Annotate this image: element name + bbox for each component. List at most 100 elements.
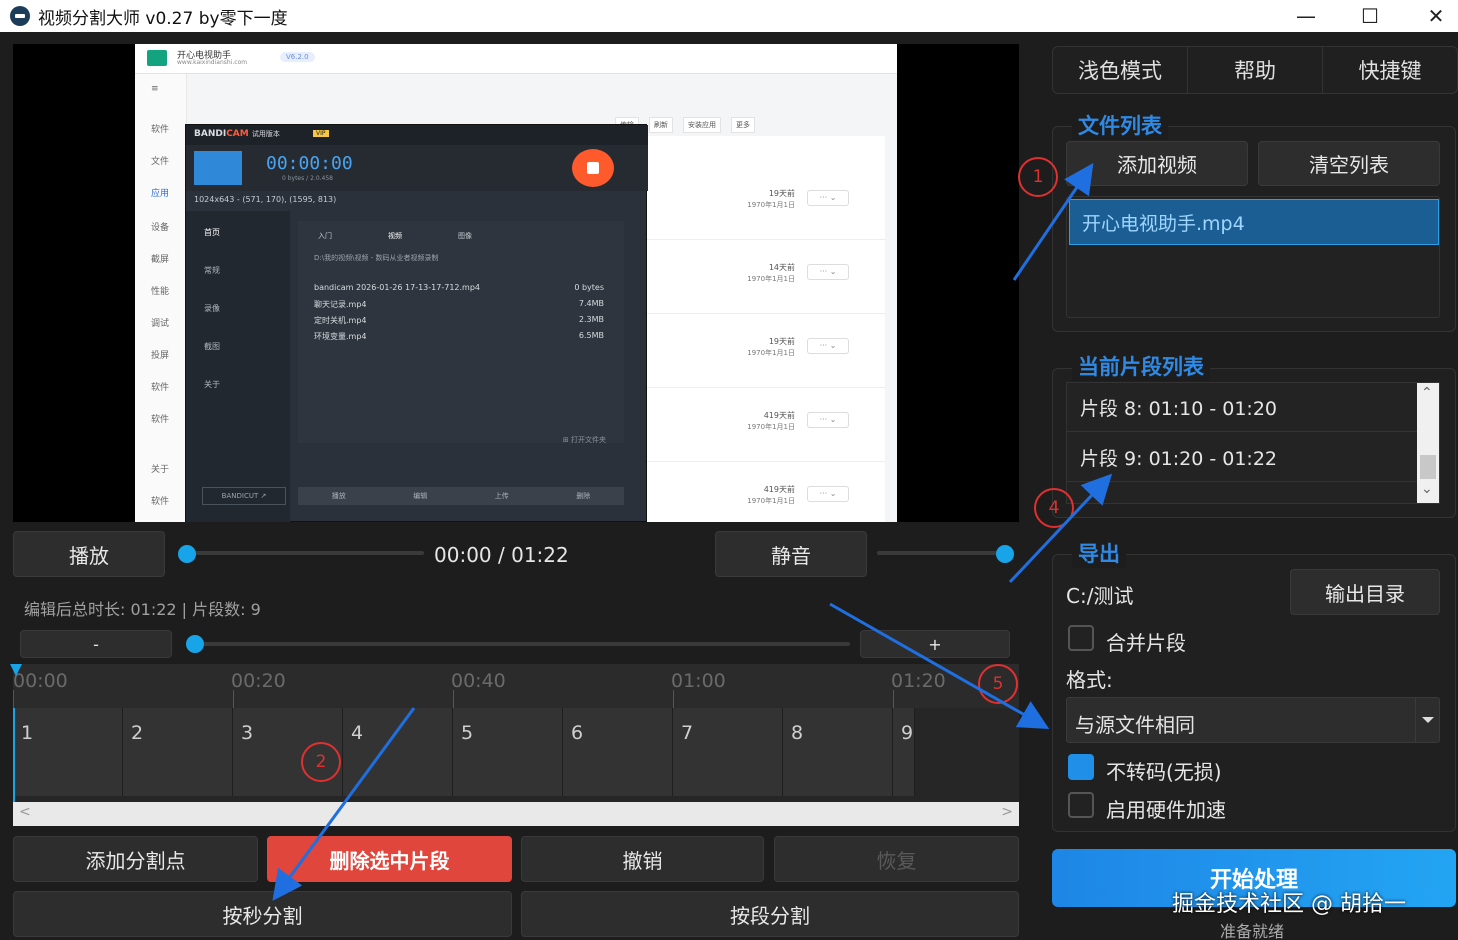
annotation-marker: 5 <box>978 664 1018 704</box>
segment-list-scroll-thumb[interactable] <box>1420 455 1436 479</box>
timeline-segment[interactable]: 2 <box>123 708 233 796</box>
scroll-down-icon[interactable]: ⌄ <box>1421 481 1433 497</box>
video-frame: 开心电视助手 www.kaixindianshi.com V6.2.0 ≡ 软件… <box>135 44 897 522</box>
frame-more-button: ··· ⌄ <box>807 264 849 280</box>
playback-progress-slider[interactable] <box>180 551 424 555</box>
scroll-up-icon[interactable]: ⌃ <box>1421 385 1433 401</box>
scroll-left-icon[interactable]: < <box>19 804 31 820</box>
frame-sidebar-item: 软件 <box>151 415 170 425</box>
volume-handle[interactable] <box>996 545 1014 563</box>
file-list-item[interactable]: 开心电视助手.mp4 <box>1069 199 1439 245</box>
timeline-segment[interactable]: 5 <box>453 708 563 796</box>
frame-file-list: 19天前 1970年1月1日 ··· ⌄ 14天前 1970年1月1日 ··· … <box>647 136 885 522</box>
undo-button[interactable]: 撤销 <box>521 836 764 882</box>
annotation-marker: 4 <box>1034 488 1074 528</box>
frame-more-button: ··· ⌄ <box>807 412 849 428</box>
playback-time: 00:00 / 01:22 <box>434 543 569 567</box>
play-button[interactable]: 播放 <box>13 531 165 577</box>
close-button[interactable]: ✕ <box>1414 0 1458 32</box>
frame-version: V6.2.0 <box>280 52 315 62</box>
timeline-horizontal-scrollbar[interactable]: < > <box>13 802 1019 826</box>
split-by-seconds-button[interactable]: 按秒分割 <box>13 891 512 937</box>
frame-file-date: 1970年1月1日 <box>747 275 795 283</box>
bandicam-footer: 播放 编辑 上传 删除 <box>298 487 624 505</box>
bandicam-window: BANDICAM 试用版本 VIP 00:00:00 0 bytes / 2.0… <box>185 124 648 522</box>
timeline-segment-label: 3 <box>241 722 254 744</box>
segment-list-item[interactable]: 片段 9: 01:20 - 01:22 <box>1067 433 1417 482</box>
timeline-segment[interactable]: 8 <box>783 708 893 796</box>
maximize-button[interactable]: ☐ <box>1348 0 1392 32</box>
frame-file-days: 419天前 <box>763 485 795 494</box>
light-mode-button[interactable]: 浅色模式 <box>1053 47 1188 93</box>
timeline-segment[interactable]: 9 <box>893 708 915 796</box>
hardware-acceleration-checkbox[interactable] <box>1068 792 1094 818</box>
timeline-ruler[interactable]: 00:00 00:20 00:40 01:00 01:20 <box>10 664 1019 708</box>
redo-button[interactable]: 恢复 <box>774 836 1019 882</box>
volume-slider[interactable] <box>877 551 1013 555</box>
close-icon: ✕ <box>1427 4 1445 28</box>
playhead[interactable] <box>10 664 22 676</box>
segment-list-scrollbar[interactable]: ⌃ ⌄ <box>1417 383 1439 503</box>
app-icon <box>10 6 30 26</box>
frame-file-row: 19天前 1970年1月1日 ··· ⌄ <box>647 166 885 240</box>
maximize-icon: ☐ <box>1361 4 1379 28</box>
frame-sidebar-item: 调试 <box>151 319 170 329</box>
minimize-button[interactable]: — <box>1284 0 1328 32</box>
output-directory-button[interactable]: 输出目录 <box>1290 569 1440 615</box>
bandicam-timer-sub: 0 bytes / 2.0.458 <box>282 175 333 182</box>
timeline-segment-label: 5 <box>461 722 474 744</box>
timeline-segments[interactable]: 1 2 3 4 5 6 7 8 9 <box>13 708 1019 802</box>
no-transcode-label: 不转码(无损) <box>1106 760 1222 784</box>
shortcuts-button[interactable]: 快捷键 <box>1323 47 1457 93</box>
bandicam-file-row: bandicam 2026-01-26 17-13-17-712.mp4 0 by… <box>314 283 604 292</box>
add-video-button[interactable]: 添加视频 <box>1066 141 1248 186</box>
frame-tool: 刷新 <box>649 117 673 133</box>
timeline-segment[interactable]: 6 <box>563 708 673 796</box>
frame-brand-sub: www.kaixindianshi.com <box>177 59 248 66</box>
help-button[interactable]: 帮助 <box>1188 47 1323 93</box>
bandicam-resolution: 1024x643 - (571, 170), (1595, 813) <box>194 195 337 204</box>
bandicam-bandicut: BANDICUT ↗ <box>202 487 286 505</box>
no-transcode-checkbox[interactable] <box>1068 754 1094 780</box>
scroll-right-icon[interactable]: > <box>1001 804 1013 820</box>
add-split-point-button[interactable]: 添加分割点 <box>13 836 258 882</box>
merge-segments-checkbox[interactable] <box>1068 625 1094 651</box>
frame-menu-icon: ≡ <box>151 84 159 94</box>
status-text: 准备就绪 <box>1220 922 1285 940</box>
timeline-segment[interactable]: 4 <box>343 708 453 796</box>
bandicam-footer-item: 删除 <box>576 492 591 500</box>
frame-header: 开心电视助手 www.kaixindianshi.com V6.2.0 <box>135 44 897 74</box>
timeline-segment-label: 4 <box>351 722 364 744</box>
top-menu-bar: 浅色模式 帮助 快捷键 <box>1052 46 1458 94</box>
playback-progress-handle[interactable] <box>178 545 196 563</box>
format-select[interactable]: 与源文件相同 <box>1066 697 1440 743</box>
clear-list-button[interactable]: 清空列表 <box>1258 141 1440 186</box>
zoom-out-button[interactable]: - <box>20 630 172 658</box>
bandicam-tab: 入门 <box>318 232 332 240</box>
file-listbox[interactable]: 开心电视助手.mp4 <box>1066 196 1440 318</box>
frame-file-date: 1970年1月1日 <box>747 349 795 357</box>
zoom-handle[interactable] <box>186 635 204 653</box>
frame-file-days: 19天前 <box>768 189 795 198</box>
dropdown-arrow-icon[interactable] <box>1415 698 1439 742</box>
playhead-line <box>13 708 15 802</box>
bandicam-file-row: 定时关机.mp4 2.3MB <box>314 315 604 325</box>
zoom-slider[interactable] <box>186 642 850 646</box>
split-by-segment-button[interactable]: 按段分割 <box>521 891 1019 937</box>
video-preview[interactable]: 开心电视助手 www.kaixindianshi.com V6.2.0 ≡ 软件… <box>13 44 1019 522</box>
segment-listbox[interactable]: 片段 8: 01:10 - 01:20 片段 9: 01:20 - 01:22 … <box>1066 382 1440 504</box>
window-title: 视频分割大师 v0.27 by零下一度 <box>38 8 288 29</box>
bandicam-footer-item: 上传 <box>494 492 509 500</box>
mute-button[interactable]: 静音 <box>715 531 867 577</box>
timeline-segment-label: 1 <box>21 722 34 744</box>
zoom-in-button[interactable]: + <box>860 630 1010 658</box>
frame-more-button: ··· ⌄ <box>807 190 849 206</box>
timeline-segment[interactable]: 7 <box>673 708 783 796</box>
delete-selected-segment-button[interactable]: 删除选中片段 <box>267 836 512 882</box>
merge-segments-label: 合并片段 <box>1106 631 1186 655</box>
timeline-segment[interactable]: 1 <box>13 708 123 796</box>
format-label: 格式: <box>1066 668 1113 692</box>
edit-summary: 编辑后总时长: 01:22 | 片段数: 9 <box>24 600 261 619</box>
segment-list-item[interactable]: 片段 8: 01:10 - 01:20 <box>1067 383 1417 432</box>
bandicam-toolbar: 00:00:00 0 bytes / 2.0.458 <box>186 145 648 191</box>
